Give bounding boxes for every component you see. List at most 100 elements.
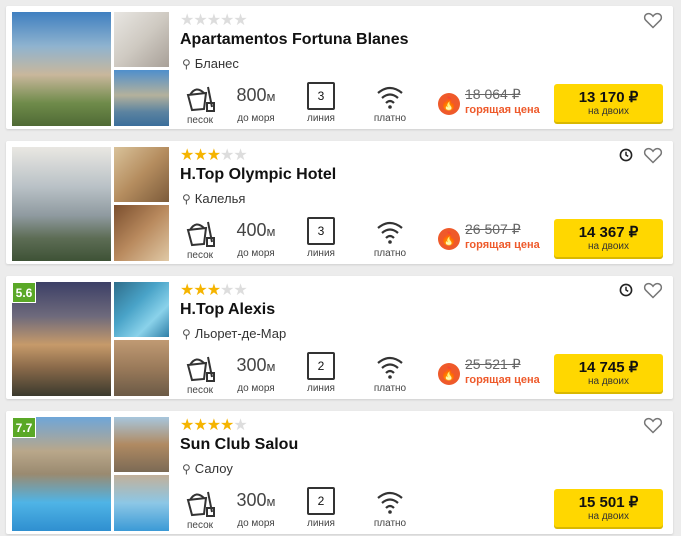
price-amount: 14 745 ₽ — [578, 359, 639, 376]
price-button[interactable]: 14 745 ₽ на двоих — [554, 354, 663, 392]
price-for-label: на двоих — [587, 511, 630, 522]
hotel-location: ⚲ Льорет-де-Мар — [182, 326, 286, 341]
beach-type: песок — [178, 351, 222, 396]
hotel-photo-thumb[interactable] — [114, 70, 169, 126]
line-label: линия — [307, 518, 335, 529]
hotel-photo-thumb[interactable] — [114, 205, 169, 261]
wifi-info: платно — [368, 486, 412, 529]
hotel-location: ⚲ Калелья — [182, 191, 245, 206]
beach-line: 3 линия — [299, 216, 343, 259]
wifi-label: платно — [373, 248, 407, 259]
guest-rating-badge: 5.6 — [12, 282, 36, 303]
old-price: 25 521 ₽ — [465, 356, 521, 372]
wifi-icon — [377, 86, 403, 109]
hotel-name[interactable]: Apartamentos Fortuna Blanes — [180, 31, 408, 49]
map-pin-icon: ⚲ — [182, 462, 191, 476]
line-label: линия — [307, 248, 335, 259]
beach-type-label: песок — [186, 520, 214, 531]
map-pin-icon: ⚲ — [182, 327, 191, 341]
fire-icon: 🔥 — [438, 93, 460, 115]
hotel-location: ⚲ Бланес — [182, 56, 239, 71]
hotel-location: ⚲ Салоу — [182, 461, 233, 476]
wifi-info: платно — [368, 351, 412, 394]
map-pin-icon: ⚲ — [182, 192, 191, 206]
hotel-photo-thumb[interactable] — [114, 475, 169, 531]
beach-line: 3 линия — [299, 81, 343, 124]
hotel-name[interactable]: H.Top Olympic Hotel — [180, 166, 336, 184]
price-button[interactable]: 13 170 ₽ на двоих — [554, 84, 663, 122]
distance-unit: м — [266, 494, 276, 509]
beach-type-label: песок — [186, 250, 214, 261]
line-number: 2 — [307, 487, 335, 515]
guest-rating-badge: 7.7 — [12, 417, 36, 438]
sand-bucket-icon — [186, 221, 215, 247]
hotel-card[interactable]: 5.6 ★★★★★ H.Top Alexis ⚲ Льорет-де-Мар пе… — [6, 276, 673, 399]
hotel-name[interactable]: Sun Club Salou — [180, 436, 298, 454]
hot-price-label: горящая цена — [465, 374, 540, 386]
distance-value: 300 — [236, 490, 267, 510]
price-button[interactable]: 14 367 ₽ на двоих — [554, 219, 663, 257]
price-button[interactable]: 15 501 ₽ на двоих — [554, 489, 663, 527]
distance-unit: м — [266, 89, 276, 104]
distance-value: 400 — [236, 220, 267, 240]
hotel-photo-thumb[interactable] — [114, 340, 169, 396]
hotel-photo-thumb[interactable] — [114, 12, 169, 67]
wifi-icon — [377, 356, 403, 379]
beach-type: песок — [178, 216, 222, 261]
hotel-card[interactable]: ★★★★★ H.Top Olympic Hotel ⚲ Калелья песок… — [6, 141, 673, 264]
line-label: линия — [307, 383, 335, 394]
price-amount: 13 170 ₽ — [578, 89, 639, 106]
distance-to-sea: 400м до моря — [228, 216, 284, 259]
heart-outline-icon[interactable] — [643, 280, 663, 300]
distance-value: 300 — [236, 355, 267, 375]
line-number: 3 — [307, 82, 335, 110]
old-price: 18 064 ₽ — [465, 86, 521, 102]
fire-icon: 🔥 — [438, 228, 460, 250]
distance-label: до моря — [237, 248, 275, 259]
heart-outline-icon[interactable] — [643, 415, 663, 435]
distance-unit: м — [266, 359, 276, 374]
price-amount: 14 367 ₽ — [578, 224, 639, 241]
distance-label: до моря — [237, 113, 275, 124]
sand-bucket-icon — [186, 491, 215, 517]
city-name: Калелья — [194, 191, 246, 206]
beach-type-label: песок — [186, 385, 214, 396]
city-name: Бланес — [194, 56, 239, 71]
sand-bucket-icon — [186, 86, 215, 112]
price-for-label: на двоих — [587, 106, 630, 117]
beach-line: 2 линия — [299, 351, 343, 394]
hotel-card[interactable]: ★★★★★ Apartamentos Fortuna Blanes ⚲ Блане… — [6, 6, 673, 129]
heart-outline-icon[interactable] — [643, 145, 663, 165]
beach-type: песок — [178, 81, 222, 126]
hotel-photo-thumb[interactable] — [114, 282, 169, 337]
star-rating: ★★★★★ — [180, 147, 248, 164]
line-label: линия — [307, 113, 335, 124]
star-rating: ★★★★★ — [180, 12, 248, 29]
hotel-main-photo[interactable] — [12, 12, 111, 126]
price-amount: 15 501 ₽ — [578, 494, 639, 511]
star-rating: ★★★★★ — [180, 417, 248, 434]
wifi-icon — [377, 491, 403, 514]
beach-line: 2 линия — [299, 486, 343, 529]
wifi-label: платно — [373, 518, 407, 529]
distance-to-sea: 300м до моря — [228, 486, 284, 529]
hotel-photo-thumb[interactable] — [114, 147, 169, 202]
distance-label: до моря — [237, 518, 275, 529]
wifi-label: платно — [373, 383, 407, 394]
distance-to-sea: 800м до моря — [228, 81, 284, 124]
clock-icon — [619, 148, 633, 162]
city-name: Льорет-де-Мар — [194, 326, 287, 341]
price-for-label: на двоих — [587, 241, 630, 252]
fire-icon: 🔥 — [438, 363, 460, 385]
wifi-info: платно — [368, 216, 412, 259]
hotel-name[interactable]: H.Top Alexis — [180, 301, 275, 319]
wifi-info: платно — [368, 81, 412, 124]
heart-outline-icon[interactable] — [643, 10, 663, 30]
hotel-card[interactable]: 7.7 ★★★★★ Sun Club Salou ⚲ Салоу песок 30… — [6, 411, 673, 534]
map-pin-icon: ⚲ — [182, 57, 191, 71]
clock-icon — [619, 283, 633, 297]
distance-unit: м — [266, 224, 276, 239]
hotel-main-photo[interactable] — [12, 147, 111, 261]
beach-type-label: песок — [186, 115, 214, 126]
hotel-photo-thumb[interactable] — [114, 417, 169, 472]
